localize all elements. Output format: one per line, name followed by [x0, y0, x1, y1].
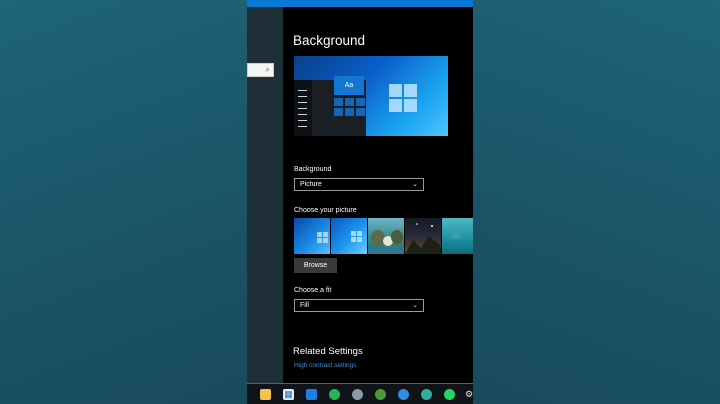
chevron-down-icon: ⌄ — [412, 302, 418, 309]
settings-window: ⌕ Background Aa Background Picture ⌄ Cho… — [247, 0, 473, 404]
background-type-dropdown[interactable]: Picture ⌄ — [294, 178, 424, 191]
picture-thumbnail-underwater[interactable] — [442, 218, 473, 254]
fit-dropdown[interactable]: Fill ⌄ — [294, 299, 424, 312]
taskbar: ▦ ⚙ — [247, 383, 473, 404]
settings-nav-pane: ⌕ — [247, 7, 283, 383]
mail-icon[interactable] — [306, 389, 317, 400]
background-type-value: Picture — [300, 181, 322, 188]
background-label: Background — [294, 166, 332, 173]
search-icon: ⌕ — [265, 65, 270, 74]
settings-icon[interactable]: ⚙ — [465, 389, 473, 400]
picture-thumbnail-windows-blue-2[interactable] — [331, 218, 367, 254]
search-input[interactable]: ⌕ — [247, 63, 274, 77]
picture-thumbnails — [294, 218, 473, 254]
chevron-down-icon: ⌄ — [412, 181, 418, 188]
browse-button[interactable]: Browse — [294, 258, 337, 273]
whatsapp-icon[interactable] — [444, 389, 455, 400]
preview-text-tile: Aa — [334, 76, 364, 95]
edge-dev-icon[interactable] — [421, 389, 432, 400]
file-explorer-icon[interactable] — [260, 389, 271, 400]
picture-thumbnail-beach-rocks[interactable] — [368, 218, 404, 254]
background-preview: Aa — [294, 56, 448, 136]
edge-icon[interactable] — [398, 389, 409, 400]
app-icon[interactable] — [352, 389, 363, 400]
store-icon[interactable]: ▦ — [283, 389, 294, 400]
desktop-wallpaper-right — [473, 0, 720, 404]
page-title: Background — [293, 33, 366, 48]
fit-value: Fill — [300, 302, 309, 309]
picture-thumbnail-windows-blue-1[interactable] — [294, 218, 330, 254]
choose-picture-label: Choose your picture — [294, 207, 357, 214]
related-settings-heading: Related Settings — [293, 346, 363, 357]
spotify-icon[interactable] — [329, 389, 340, 400]
picture-thumbnail-night-sky[interactable] — [405, 218, 441, 254]
high-contrast-settings-link[interactable]: High contrast settings — [294, 362, 357, 369]
desktop-wallpaper-left — [0, 0, 247, 404]
xbox-icon[interactable] — [375, 389, 386, 400]
window-accent-bar — [247, 0, 473, 7]
choose-fit-label: Choose a fit — [294, 287, 332, 294]
windows-logo-icon — [389, 84, 419, 114]
